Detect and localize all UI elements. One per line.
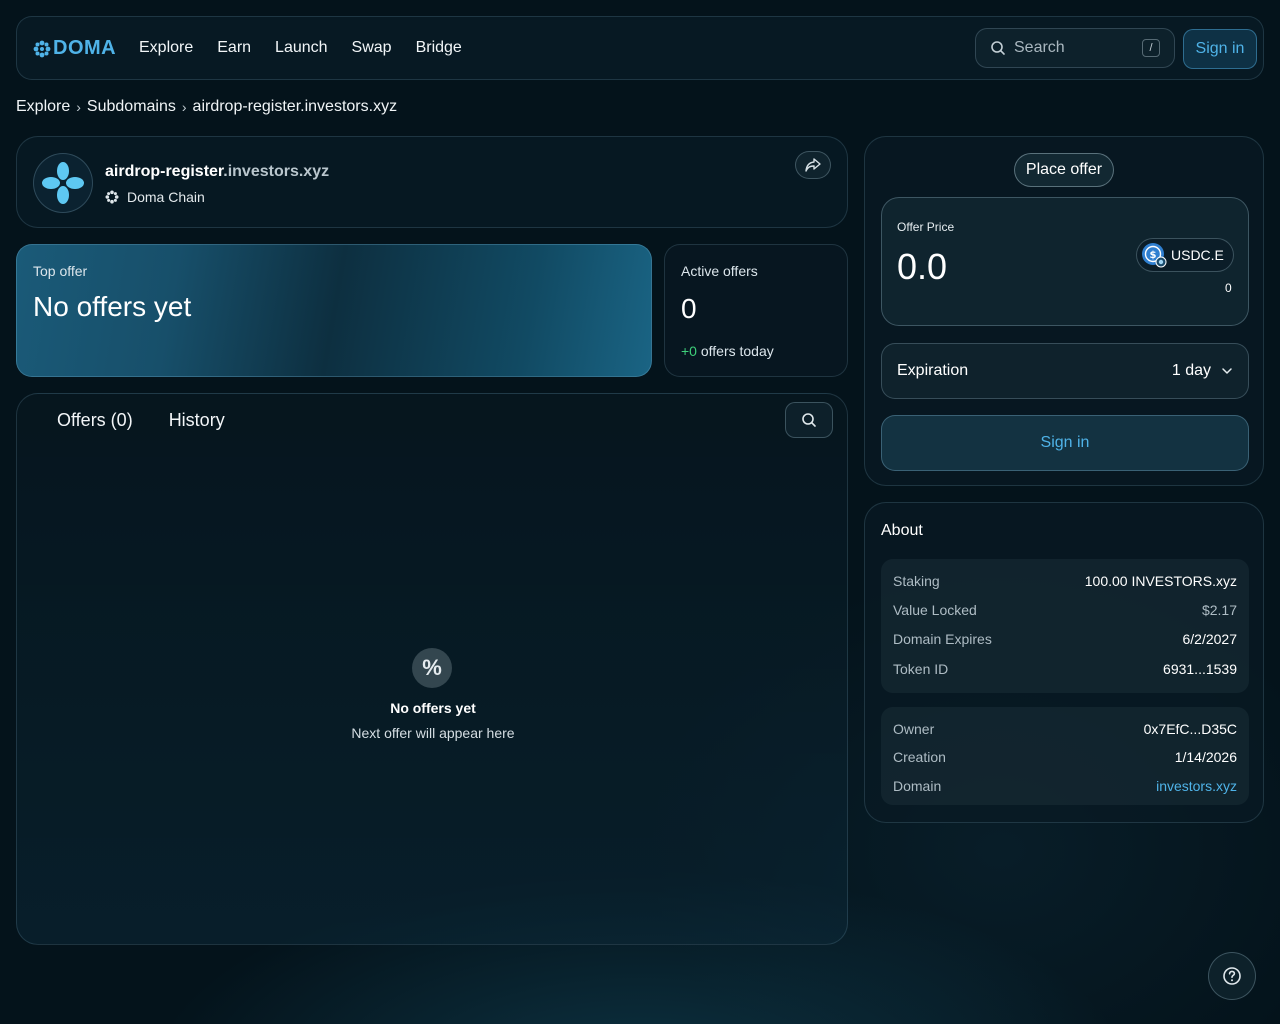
- offer-price-label: Offer Price: [897, 220, 955, 234]
- help-button[interactable]: [1208, 952, 1256, 1000]
- search-shortcut: /: [1142, 39, 1160, 57]
- header-sign-in-button[interactable]: Sign in: [1183, 29, 1257, 69]
- info-value[interactable]: 6931...1539: [1163, 661, 1237, 677]
- chain-label: Doma Chain: [105, 189, 205, 205]
- offers-tabs: Offers (0) History: [57, 410, 225, 431]
- info-row-token-id: Token ID 6931...1539: [893, 661, 1237, 677]
- info-row-creation: Creation 1/14/2026: [893, 749, 1237, 765]
- info-row-value-locked: Value Locked $2.17: [893, 602, 1237, 618]
- info-key: Token ID: [893, 661, 949, 677]
- nav-launch[interactable]: Launch: [275, 39, 328, 57]
- search-icon: [991, 41, 1005, 55]
- info-key: Domain: [893, 778, 942, 794]
- info-key: Owner: [893, 721, 935, 737]
- svg-text:$: $: [1150, 250, 1157, 261]
- usdc-icon: $: [1142, 243, 1167, 268]
- domain-header-card: airdrop-register.investors.xyz Doma Chai…: [16, 136, 848, 228]
- offers-panel: Offers (0) History % No offers yet Next …: [16, 393, 848, 945]
- chevron-right-icon: ›: [181, 99, 187, 115]
- share-icon: [805, 158, 821, 172]
- domain-avatar-icon: [42, 162, 84, 204]
- active-offers-card: Active offers 0 +0 offers today: [664, 244, 848, 377]
- chevron-right-icon: ›: [76, 99, 81, 115]
- chevron-down-icon: [1222, 368, 1232, 374]
- doma-chain-icon: [105, 190, 119, 204]
- domain-name: airdrop-register.investors.xyz: [105, 163, 329, 181]
- breadcrumb-subdomains[interactable]: Subdomains: [87, 98, 176, 116]
- token-selector[interactable]: $ USDC.E: [1136, 238, 1234, 272]
- top-offer-card: Top offer No offers yet: [16, 244, 652, 377]
- info-key: Domain Expires: [893, 631, 992, 647]
- info-key: Creation: [893, 749, 946, 765]
- info-row-domain: Domain investors.xyz: [893, 778, 1237, 794]
- token-symbol: USDC.E: [1171, 247, 1224, 263]
- about-stats-group: Staking 100.00 INVESTORS.xyz Value Locke…: [881, 559, 1249, 693]
- nav-earn[interactable]: Earn: [217, 39, 251, 57]
- offer-price-field[interactable]: Offer Price 0.0 $ USDC.E 0: [881, 197, 1249, 326]
- expiration-label: Expiration: [897, 362, 969, 379]
- expiration-select[interactable]: Expiration 1 day: [881, 343, 1249, 399]
- info-row-domain-expires: Domain Expires 6/2/2027: [893, 631, 1237, 647]
- info-row-staking: Staking 100.00 INVESTORS.xyz: [893, 573, 1237, 589]
- chain-name: Doma Chain: [127, 189, 205, 205]
- place-offer-title: Place offer: [1014, 153, 1114, 187]
- doma-logo[interactable]: DOMA: [33, 37, 116, 60]
- doma-logo-icon: [33, 40, 51, 57]
- nav-bridge[interactable]: Bridge: [416, 39, 462, 57]
- empty-state-subtitle: Next offer will appear here: [351, 725, 515, 741]
- info-row-owner: Owner 0x7EfC...D35C: [893, 721, 1237, 737]
- domain-name-suffix: .investors.xyz: [223, 163, 330, 180]
- offers-today: +0 offers today: [681, 343, 774, 359]
- nav-explore[interactable]: Explore: [139, 39, 193, 57]
- search-placeholder: Search: [1014, 39, 1065, 56]
- about-ownership-group: Owner 0x7EfC...D35C Creation 1/14/2026 D…: [881, 707, 1249, 805]
- active-offers-count: 0: [681, 293, 697, 324]
- brand-name: DOMA: [53, 37, 117, 59]
- offers-today-delta: +0: [681, 343, 697, 359]
- parent-domain-link[interactable]: investors.xyz: [1156, 778, 1237, 794]
- expiration-value-wrap: 1 day: [1172, 362, 1233, 380]
- breadcrumb-current: airdrop-register.investors.xyz: [192, 98, 398, 115]
- domain-avatar: [33, 153, 93, 213]
- info-key: Value Locked: [893, 602, 977, 618]
- tab-history[interactable]: History: [169, 410, 225, 431]
- top-nav-bar: DOMA Explore Earn Launch Swap Bridge Sea…: [16, 16, 1264, 80]
- info-value: $2.17: [1201, 602, 1237, 618]
- token-balance: 0: [1225, 281, 1232, 295]
- info-value: 6/2/2027: [1182, 631, 1238, 647]
- search-input[interactable]: Search /: [975, 28, 1175, 68]
- domain-name-prefix: airdrop-register: [105, 163, 224, 180]
- help-icon: [1223, 967, 1241, 985]
- share-button[interactable]: [795, 151, 831, 179]
- active-offers-label: Active offers: [681, 263, 758, 279]
- main-nav: Explore Earn Launch Swap Bridge: [139, 39, 462, 57]
- offer-price-input[interactable]: 0.0: [897, 246, 947, 288]
- nav-swap[interactable]: Swap: [352, 39, 392, 57]
- top-offer-label: Top offer: [33, 263, 88, 279]
- breadcrumb-explore[interactable]: Explore: [16, 98, 70, 116]
- top-offer-value: No offers yet: [33, 291, 192, 322]
- search-icon: [802, 413, 816, 427]
- offers-search-button[interactable]: [785, 402, 833, 438]
- info-value: 100.00 INVESTORS.xyz: [1084, 573, 1237, 589]
- offers-today-label: offers today: [696, 343, 774, 359]
- place-offer-panel: Place offer Offer Price 0.0 $ USDC.E 0 E…: [864, 136, 1264, 486]
- info-key: Staking: [893, 573, 940, 589]
- percent-icon: %: [412, 648, 452, 688]
- empty-state-title: No offers yet: [390, 700, 476, 716]
- info-value: 1/14/2026: [1174, 749, 1237, 765]
- expiration-value: 1 day: [1171, 362, 1211, 379]
- about-panel: About Staking 100.00 INVESTORS.xyz Value…: [864, 502, 1264, 823]
- owner-address[interactable]: 0x7EfC...D35C: [1144, 721, 1237, 737]
- breadcrumb: Explore › Subdomains › airdrop-register.…: [16, 98, 397, 116]
- sign-in-button[interactable]: Sign in: [881, 415, 1249, 471]
- tab-offers[interactable]: Offers (0): [57, 410, 133, 431]
- about-title: About: [881, 522, 923, 539]
